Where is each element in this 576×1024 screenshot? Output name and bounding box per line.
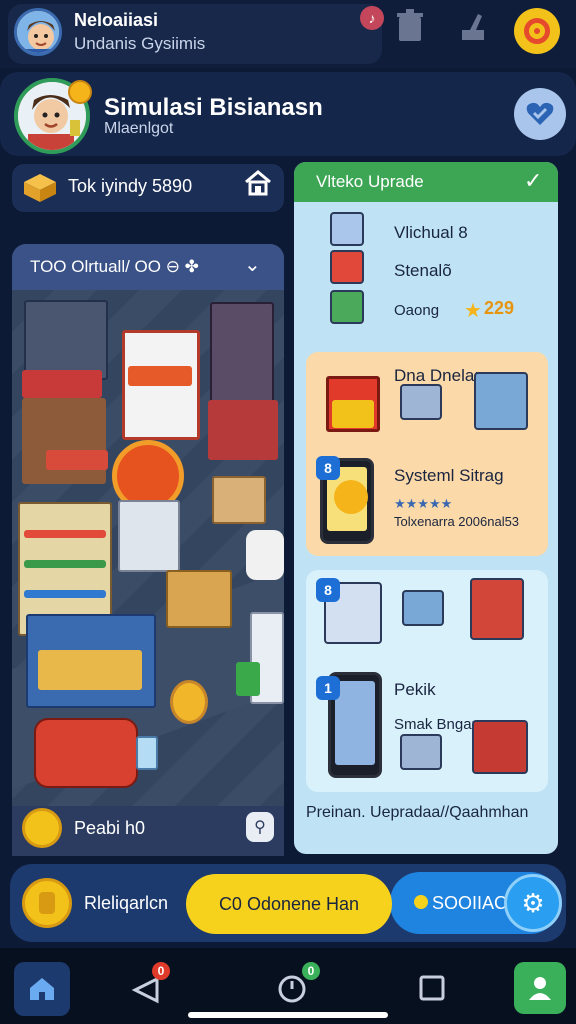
avatar[interactable] [14,8,62,56]
red-crates [208,400,278,460]
register-drawer [332,400,374,428]
upgrade-item-label: Oaong [394,302,440,319]
upgrade-item-label: Vlichual 8 [394,223,468,242]
grocery-cart-icon[interactable] [472,720,528,774]
upgrade-title: Vlteko Uprade [316,172,424,191]
shopping-cart-icon[interactable] [400,734,442,770]
coin-gear-icon[interactable] [22,808,62,848]
card-badge: 8 [316,456,340,480]
car-white [246,530,284,580]
card-subtitle: Systeml Sitrag [394,466,504,485]
billboard-sign [128,366,192,386]
shopping-cart-icon[interactable] [400,384,442,420]
rating-stars: ★★★★★ [394,496,453,511]
store-footer-label: Peabi h0 [74,818,146,838]
card-badge: 8 [316,578,340,602]
store-title: TOO Olrtuall/ OO ⊖ ✤ [30,257,199,276]
nav-alert-badge: 0 [152,962,170,980]
card-title: Pekik [394,680,436,699]
dot-icon [414,895,428,909]
app-subtitle: Undanis Gysiimis [74,34,206,53]
upgrade-price: 229 [484,298,515,318]
chevron-down-icon[interactable]: ⌄ [244,252,261,277]
shop-home-icon[interactable] [244,170,272,203]
card-small-text: Tolxenarra 2006nal53 [394,514,520,529]
card-title: Dna Dnela: [394,366,480,385]
home-indicator [188,1012,388,1018]
currency-label: Tok iyindy 5890 [68,176,193,196]
nav-profile-icon[interactable] [514,962,566,1014]
card-subtitle: Smak Bngan [394,716,480,733]
settings-gear-icon[interactable]: ⚙ [504,874,562,932]
favorite-heart-icon[interactable] [514,88,566,140]
nav-home-icon[interactable] [14,962,70,1016]
crates [166,570,232,628]
upgrade-footer: Preinan. Uepradaa//Qaahmhan [306,804,529,821]
kiosk [118,500,180,572]
awning-red [22,370,102,398]
cardboard-box [212,476,266,524]
star-icon: ★ [464,300,482,322]
shopping-bag-icon[interactable]: ⚲ [246,812,274,842]
trash-icon[interactable] [394,9,426,42]
nav-timer-badge: 0 [302,962,320,980]
produce-bins [38,650,142,690]
primary-action-button[interactable]: C0 Odonene Han [186,874,392,934]
upgrade-item-label: Stenalõ [394,261,452,280]
card-badge: 1 [316,676,340,700]
nav-square-icon[interactable] [404,960,460,1016]
target-icon[interactable] [514,8,560,54]
shelf-row-1 [24,530,106,538]
coin-icon [68,80,92,104]
awning-stripe [46,450,108,470]
action-label: Rleliqarlcn [84,893,169,913]
red-cube-icon[interactable] [330,250,364,284]
profile-subtitle: Mlaenlgot [104,120,174,137]
market-stall [22,398,106,484]
trash-bin [236,662,260,696]
display-case-icon[interactable] [474,372,528,430]
coin-icon[interactable] [22,878,72,928]
shelf-unit [24,300,108,380]
water-bottle [136,736,158,770]
shelf-row-2 [24,560,106,568]
special-button-label: SOOIIAC [432,893,508,913]
delivery-car [34,718,138,788]
green-cube-icon[interactable] [330,290,364,324]
shelf-row-3 [24,590,106,598]
blue-cube-icon[interactable] [330,212,364,246]
produce-cart-icon[interactable] [470,578,524,640]
check-icon[interactable]: ✓ [524,168,542,194]
app-title: Neloaiiasi [74,10,159,30]
box-icon [22,172,58,202]
shopping-cart-icon[interactable] [402,590,444,626]
notification-icon[interactable]: ♪ [360,6,384,30]
sun-icon [334,480,368,514]
hammer-icon[interactable] [456,12,488,44]
coin-stack [170,680,208,724]
profile-title: Simulasi Bisianasn [104,94,323,121]
